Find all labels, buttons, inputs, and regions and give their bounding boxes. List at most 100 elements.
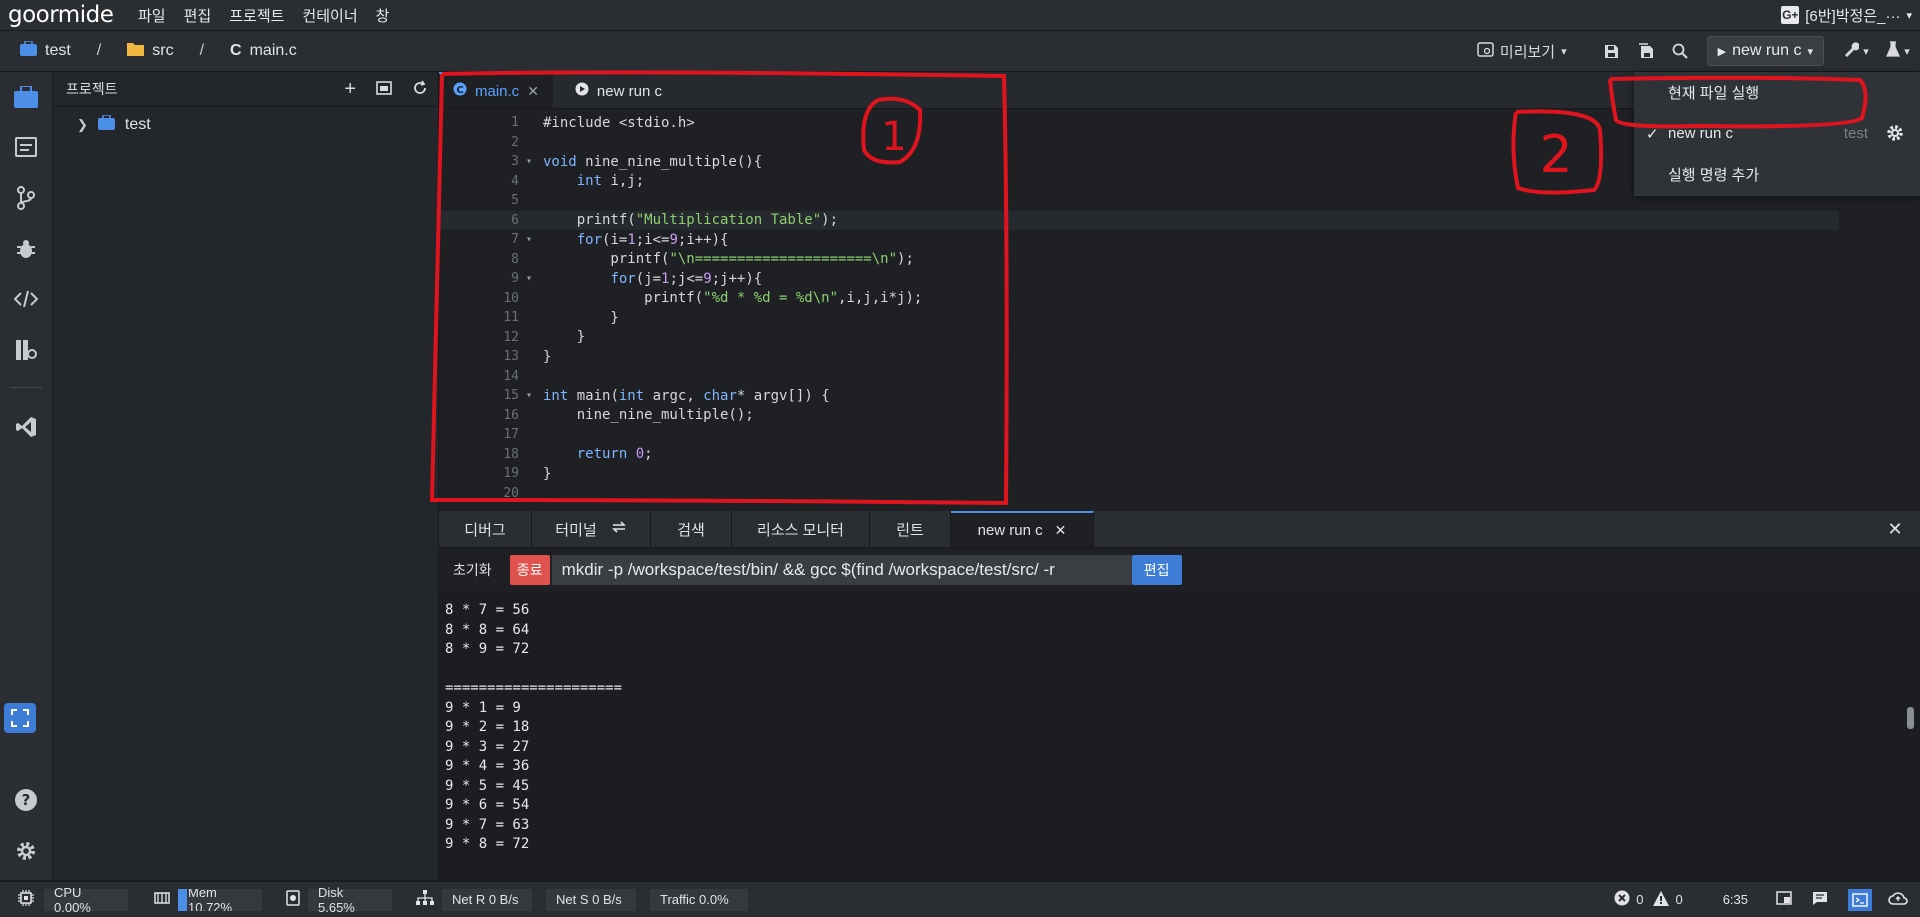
user-menu[interactable]: G+ [6반]박정은_··· ▾ bbox=[1781, 3, 1912, 27]
refresh-icon[interactable] bbox=[412, 80, 428, 99]
menu-edit[interactable]: 편집 bbox=[184, 5, 212, 26]
warning-icon[interactable] bbox=[1653, 890, 1670, 909]
debug-bug-icon[interactable] bbox=[12, 235, 40, 263]
clock-time: 6:35 bbox=[1722, 892, 1748, 907]
breadcrumb-project[interactable]: test bbox=[45, 42, 71, 60]
tab-main-c[interactable]: C main.c ✕ bbox=[439, 72, 553, 108]
code-text: nine_nine_multiple(); bbox=[543, 407, 754, 424]
breadcrumb-folder[interactable]: src bbox=[152, 42, 173, 60]
menu-window[interactable]: 창 bbox=[376, 5, 390, 26]
code-line[interactable]: 6 printf("Multiplication Table"); bbox=[439, 210, 1839, 230]
menu-project[interactable]: 프로젝트 bbox=[229, 5, 284, 26]
tab-lint[interactable]: 린트 bbox=[870, 511, 951, 547]
tab-search[interactable]: 검색 bbox=[651, 511, 732, 547]
code-line[interactable]: 18 return 0; bbox=[439, 445, 1839, 465]
library-icon[interactable] bbox=[12, 336, 40, 364]
save-icon[interactable] bbox=[1595, 37, 1629, 65]
fullscreen-icon[interactable] bbox=[4, 703, 36, 733]
code-line[interactable]: 8 printf("\n=====================\n"); bbox=[439, 250, 1839, 270]
line-number: 15 bbox=[503, 388, 519, 404]
code-text: printf("\n=====================\n"); bbox=[543, 251, 914, 268]
build-tools-button[interactable]: ▾ bbox=[1836, 37, 1876, 65]
code-line[interactable]: 16 nine_nine_multiple(); bbox=[439, 406, 1839, 426]
close-icon[interactable]: ✕ bbox=[527, 83, 539, 100]
code-line[interactable]: 7 ▾ for(i=1;i<=9;i++){ bbox=[439, 230, 1839, 250]
terminal-icon[interactable] bbox=[1848, 888, 1872, 911]
edit-command-button[interactable]: 편집 bbox=[1131, 555, 1182, 585]
panel-tabs: 디버그 터미널 검색 리소스 모니터 린트 new run c ✕ ✕ bbox=[439, 511, 1920, 548]
menu-file[interactable]: 파일 bbox=[138, 5, 166, 26]
fold-toggle-icon[interactable]: ▾ bbox=[519, 273, 539, 284]
code-line[interactable]: 20 bbox=[439, 484, 1839, 504]
memory-usage: Mem 10.72% bbox=[178, 888, 262, 911]
test-tools-button[interactable]: ▾ bbox=[1876, 37, 1920, 65]
tab-label: new run c bbox=[596, 82, 662, 100]
menu-item-run-current-file[interactable]: 현재 파일 실행 bbox=[1634, 72, 1920, 113]
code-icon[interactable] bbox=[12, 285, 40, 313]
chat-icon[interactable] bbox=[1812, 891, 1828, 909]
line-number: 18 bbox=[503, 446, 519, 462]
code-line[interactable]: 3 ▾ void nine_nine_multiple(){ bbox=[439, 152, 1839, 172]
code-text: return 0; bbox=[576, 446, 653, 463]
code-line[interactable]: 9 ▾ for(j=1;j<=9;j++){ bbox=[439, 269, 1839, 289]
code-line[interactable]: 1 #include <stdio.h> bbox=[439, 113, 1839, 133]
line-number: 11 bbox=[503, 310, 519, 326]
code-line[interactable]: 15 ▾ int main(int argc, char* argv[]) { bbox=[439, 386, 1839, 406]
error-icon[interactable] bbox=[1614, 890, 1630, 909]
tab-terminal[interactable]: 터미널 bbox=[532, 511, 651, 547]
preview-button[interactable]: 미리보기 ▾ bbox=[1477, 37, 1567, 65]
add-icon[interactable]: + bbox=[344, 78, 356, 101]
fold-toggle-icon[interactable]: ▾ bbox=[519, 156, 539, 167]
settings-gear-icon[interactable] bbox=[12, 837, 40, 865]
tree-item-test[interactable]: ❯ test bbox=[53, 111, 438, 139]
code-line[interactable]: 4 int i,j; bbox=[439, 172, 1839, 192]
reset-button[interactable]: 초기화 bbox=[453, 560, 492, 580]
run-button[interactable]: ▶ new run c ▾ bbox=[1706, 36, 1824, 66]
briefcase-icon bbox=[97, 114, 115, 135]
menu-container[interactable]: 컨테이너 bbox=[302, 5, 357, 26]
tab-new-run-c[interactable]: new run c ✕ bbox=[951, 511, 1094, 547]
code-line[interactable]: 13} bbox=[439, 347, 1839, 367]
menu-item-add-run-command[interactable]: 실행 명령 추가 bbox=[1634, 154, 1920, 195]
save-all-icon[interactable] bbox=[1629, 37, 1663, 65]
project-explorer-icon[interactable] bbox=[12, 83, 40, 111]
code-line[interactable]: 14 bbox=[439, 367, 1839, 387]
line-number: 7 bbox=[511, 232, 519, 248]
breadcrumb-file[interactable]: main.c bbox=[250, 42, 297, 60]
output-scrollbar-thumb[interactable] bbox=[1907, 707, 1914, 729]
search-icon[interactable] bbox=[1663, 37, 1697, 65]
help-icon[interactable]: ? bbox=[12, 786, 40, 814]
close-icon[interactable]: ✕ bbox=[1055, 522, 1067, 539]
code-line[interactable]: 19} bbox=[439, 464, 1839, 484]
code-text: void nine_nine_multiple(){ bbox=[543, 153, 763, 170]
fold-toggle-icon[interactable]: ▾ bbox=[519, 234, 539, 245]
code-line[interactable]: 17 bbox=[439, 425, 1839, 445]
code-line[interactable]: 12 } bbox=[439, 328, 1839, 348]
tab-resource-monitor[interactable]: 리소스 모니터 bbox=[732, 511, 870, 547]
run-command-input[interactable]: mkdir -p /workspace/test/bin/ && gcc $(f… bbox=[551, 555, 1132, 585]
cloud-icon[interactable] bbox=[1888, 890, 1908, 909]
stop-button[interactable]: 종료 bbox=[509, 555, 550, 585]
gear-icon[interactable] bbox=[1886, 124, 1904, 146]
chevron-down-icon: ▾ bbox=[1906, 9, 1912, 22]
code-text: } bbox=[543, 309, 619, 326]
tab-new-run-c[interactable]: new run c bbox=[561, 74, 676, 108]
fold-toggle-icon[interactable]: ▾ bbox=[519, 390, 539, 401]
outline-icon[interactable] bbox=[12, 133, 40, 161]
git-branch-icon[interactable] bbox=[12, 184, 40, 212]
network-receive: Net R 0 B/s bbox=[442, 888, 532, 911]
code-line[interactable]: 5 bbox=[439, 191, 1839, 211]
chevron-down-icon: ▾ bbox=[1807, 45, 1813, 58]
code-line[interactable]: 10 printf("%d * %d = %d\n",i,j,i*j); bbox=[439, 289, 1839, 309]
tab-debug[interactable]: 디버그 bbox=[439, 511, 532, 547]
collapse-all-icon[interactable] bbox=[376, 80, 392, 98]
menu-item-new-run-c[interactable]: ✓ new run c test bbox=[1634, 113, 1920, 154]
activity-divider bbox=[10, 387, 42, 388]
layout-icon[interactable] bbox=[1776, 891, 1792, 908]
code-line[interactable]: 11 } bbox=[439, 308, 1839, 328]
line-number: 12 bbox=[503, 329, 519, 345]
vscode-icon[interactable] bbox=[12, 413, 40, 441]
close-panel-icon[interactable]: ✕ bbox=[1870, 511, 1920, 547]
code-text: printf("Multiplication Table"); bbox=[543, 212, 839, 229]
code-line[interactable]: 2 bbox=[439, 133, 1839, 153]
